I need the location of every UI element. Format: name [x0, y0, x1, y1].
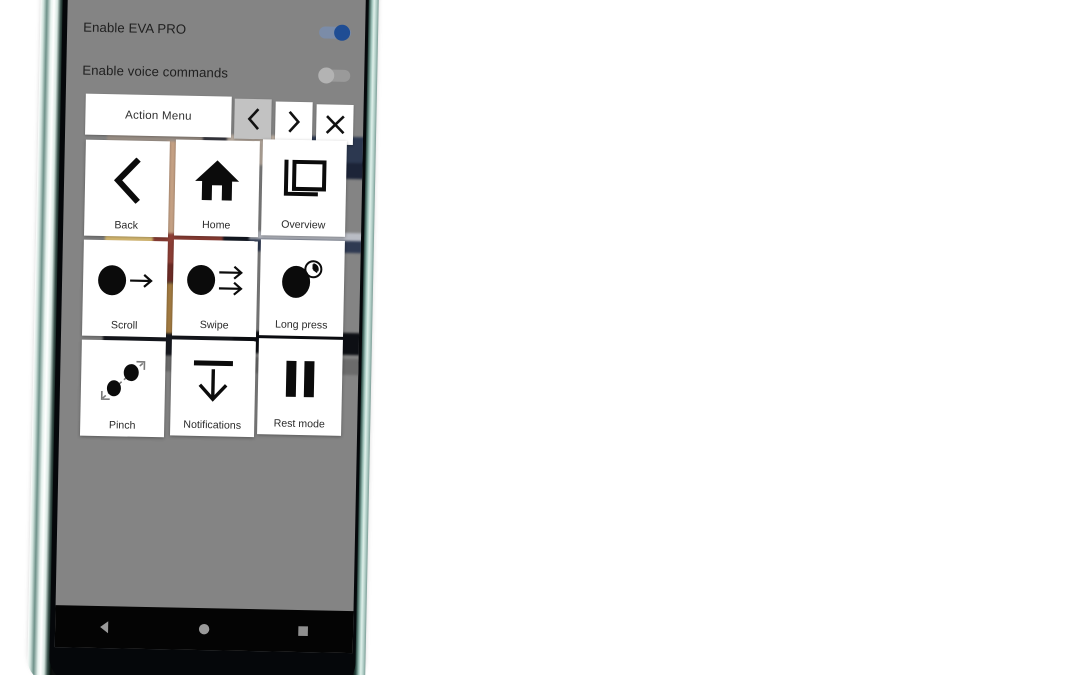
phone-screen: Enable EVA PRO Enable voice commands Act…	[54, 0, 366, 654]
back-triangle-icon[interactable]	[87, 610, 122, 645]
action-tile-swipe[interactable]: Swipe	[172, 239, 258, 338]
home-circle-icon[interactable]	[187, 612, 222, 647]
swipe-dot-double-arrow-icon	[172, 239, 258, 320]
action-tile-label: Back	[114, 219, 139, 232]
notifications-down-arrow-icon	[170, 339, 256, 420]
action-tile-label: Long press	[274, 318, 328, 332]
action-tile-label: Overview	[281, 218, 326, 232]
action-tile-notifications[interactable]: Notifications	[169, 339, 256, 438]
action-tile-label: Swipe	[199, 318, 229, 332]
action-menu-overlay: Action Menu Back Home Overview Scroll Sw…	[79, 92, 354, 445]
close-icon	[325, 115, 345, 135]
action-tile-label: Pinch	[108, 419, 136, 432]
action-menu-close-button[interactable]	[315, 104, 354, 146]
toggle-enable-eva-pro[interactable]	[318, 24, 352, 41]
action-tile-rest-mode[interactable]: Rest mode	[257, 338, 343, 436]
rest-mode-pause-icon	[257, 338, 343, 419]
phone-bezel: Enable EVA PRO Enable voice commands Act…	[49, 0, 369, 675]
settings-label-enable-voice-commands: Enable voice commands	[82, 62, 229, 81]
action-tile-pinch[interactable]: Pinch	[79, 339, 166, 438]
action-tile-label: Scroll	[110, 319, 138, 332]
settings-label-enable-eva-pro: Enable EVA PRO	[83, 19, 187, 37]
screenshot-stage: Enable EVA PRO Enable voice commands Act…	[0, 0, 1080, 675]
long-press-dot-clock-icon	[259, 239, 345, 320]
phone-device: Enable EVA PRO Enable voice commands Act…	[23, 0, 379, 675]
action-tile-long-press[interactable]: Long press	[259, 239, 345, 337]
home-icon	[174, 139, 260, 220]
action-tile-label: Notifications	[183, 418, 242, 432]
action-menu-prev-button[interactable]	[233, 98, 272, 140]
recents-square-icon[interactable]	[286, 614, 321, 649]
action-tile-back[interactable]: Back	[83, 139, 170, 238]
action-tile-overview[interactable]: Overview	[261, 139, 347, 237]
action-tile-home[interactable]: Home	[174, 139, 260, 238]
action-tile-label: Home	[201, 219, 231, 232]
action-tile-label: Rest mode	[273, 417, 325, 431]
system-navigation-bar	[54, 605, 354, 654]
chevron-right-icon	[287, 110, 300, 133]
action-menu-grid: Back Home Overview Scroll Swipe Long pre…	[79, 138, 347, 445]
pinch-two-dots-icon	[80, 340, 166, 421]
action-tile-scroll[interactable]: Scroll	[81, 239, 168, 338]
scroll-dot-arrow-icon	[82, 240, 168, 321]
toggle-knob	[333, 24, 351, 41]
settings-row-enable-eva-pro[interactable]: Enable EVA PRO	[67, 11, 366, 59]
toggle-enable-voice-commands[interactable]	[318, 67, 351, 84]
action-menu-next-button[interactable]	[274, 101, 313, 143]
chevron-left-icon	[247, 108, 259, 130]
chevron-left-icon	[84, 140, 170, 221]
action-menu-title: Action Menu	[124, 108, 192, 123]
action-menu-title-box: Action Menu	[85, 93, 232, 138]
overview-squares-icon	[261, 139, 347, 220]
action-menu-header: Action Menu	[85, 92, 354, 146]
